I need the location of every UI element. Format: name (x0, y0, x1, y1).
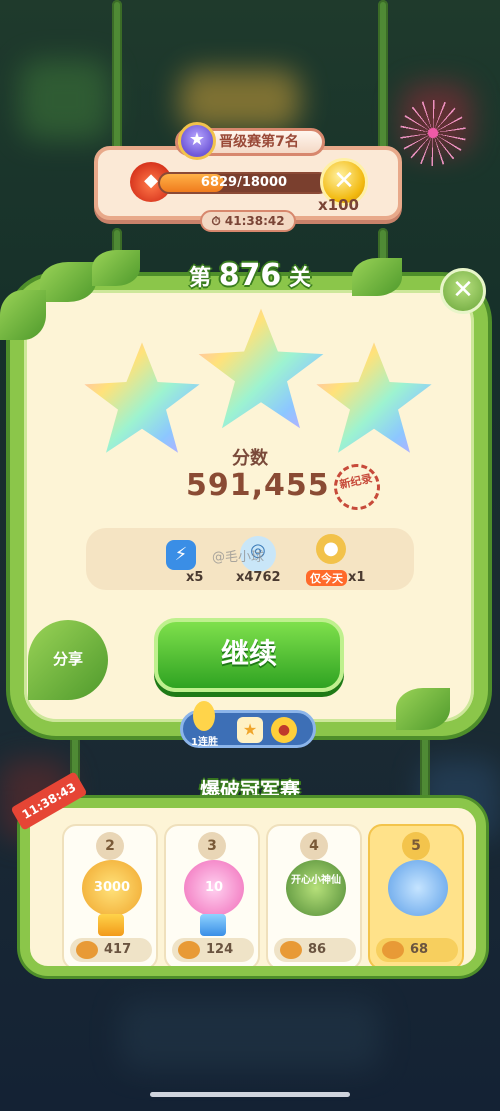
promotion-progress-bar: 6829/18000 (158, 172, 330, 194)
level-number: 876 (218, 258, 282, 293)
leaf-decoration (396, 688, 450, 730)
rank-number: 5 (402, 832, 430, 860)
rank-badge-icon: ★ (178, 122, 216, 160)
win-streak-indicator: 1连胜 ★ ● (180, 701, 316, 748)
player-avatar: 10 (184, 860, 244, 916)
bear-icon (280, 941, 302, 959)
coin-stack-count: x4762 (236, 570, 281, 585)
potion-count: x1 (348, 570, 366, 585)
level-title: 第 876 关 (0, 258, 500, 293)
share-button[interactable]: 分享 (28, 620, 108, 700)
bear-icon (382, 941, 404, 959)
score-value: 591,455 (186, 468, 330, 503)
lightning-count: x5 (186, 570, 204, 585)
chick-icon: ● (271, 717, 297, 743)
leaf-decoration (0, 290, 46, 340)
rank-number: 4 (300, 832, 328, 860)
balloon-icon (193, 701, 215, 731)
player-score: 124 (172, 938, 254, 962)
vine-right-top (378, 0, 388, 160)
star-reward-icon: ★ (237, 717, 263, 743)
leaderboard-card[interactable]: 3 10 124 (164, 824, 260, 966)
bear-icon (76, 941, 98, 959)
player-score: 417 (70, 938, 152, 962)
bear-icon (178, 941, 200, 959)
firework-icon (400, 100, 466, 166)
score-label: 分数 (232, 448, 268, 469)
player-score-value: 124 (206, 942, 234, 957)
vine-left-top (112, 0, 122, 160)
player-score-value: 86 (308, 942, 327, 957)
continue-button[interactable]: 继续 (154, 618, 344, 692)
level-suffix: 关 (288, 266, 311, 291)
gift-icon (98, 914, 124, 936)
player-avatar: 3000 (82, 860, 142, 916)
coin-reward-count: x100 (318, 196, 359, 214)
progress-text: 6829/18000 (200, 175, 288, 190)
championship-panel[interactable]: 2 3000 417 3 10 124 4 开心小神仙 86 5 68 (20, 798, 486, 976)
rank-number: 2 (96, 832, 124, 860)
win-streak-label: 1连胜 (191, 737, 218, 748)
close-button[interactable]: ✕ (440, 268, 486, 314)
player-score: 86 (274, 938, 356, 962)
potion-today-tag: 仅今天 (306, 570, 347, 586)
leaderboard-card[interactable]: 2 3000 417 (62, 824, 158, 966)
watermark: @毛小球 (212, 550, 265, 565)
player-avatar (388, 860, 448, 916)
player-avatar: 开心小神仙 (286, 860, 346, 916)
promotion-timer-text: 41:38:42 (224, 214, 285, 228)
lightning-icon: ⚡ (166, 540, 196, 570)
leaderboard-card-self[interactable]: 5 68 (368, 824, 464, 966)
level-prefix: 第 (189, 266, 212, 291)
player-score-value: 417 (104, 942, 132, 957)
gift-icon (200, 914, 226, 936)
player-score-value: 68 (410, 942, 429, 957)
promotion-timer: ⏱ 41:38:42 (200, 210, 296, 232)
leaderboard-card[interactable]: 4 开心小神仙 86 (266, 824, 362, 966)
home-indicator[interactable] (150, 1092, 350, 1097)
player-score: 68 (376, 938, 458, 962)
potion-icon: ● (316, 534, 346, 564)
rank-number: 3 (198, 832, 226, 860)
